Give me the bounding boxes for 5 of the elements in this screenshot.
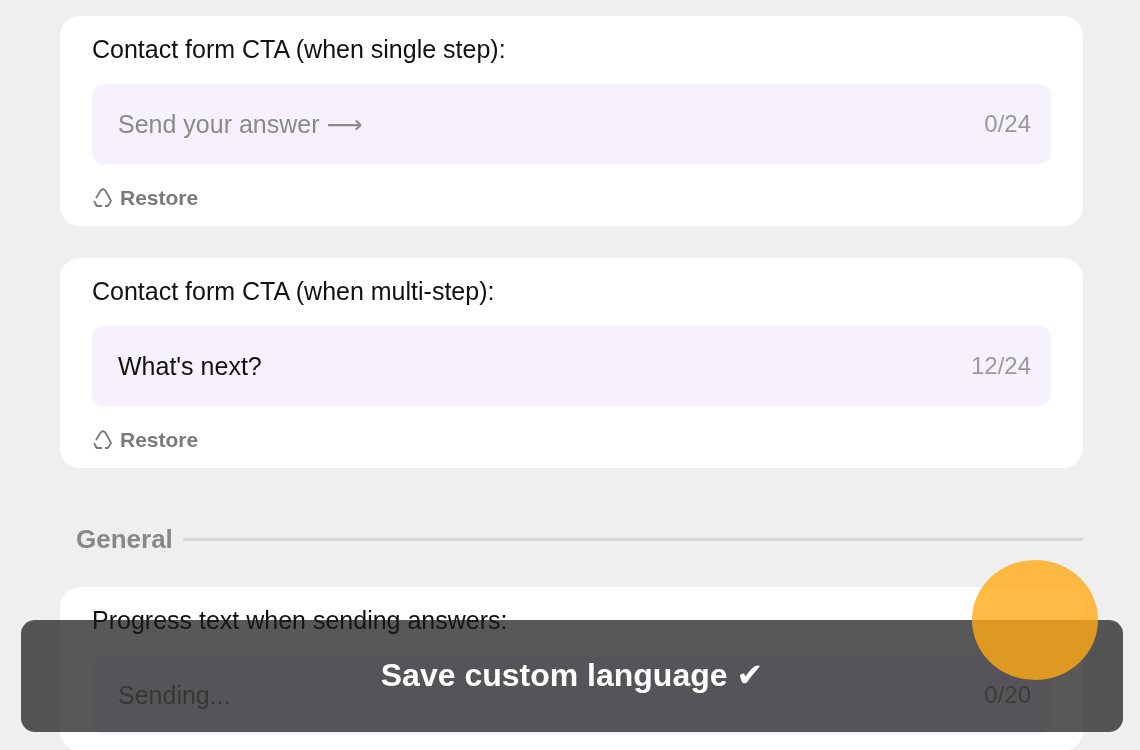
section-title: General (76, 524, 173, 555)
character-counter: 12/24 (970, 352, 1031, 380)
field-label: Contact form CTA (when single step): (92, 34, 506, 64)
character-counter: 0/24 (984, 110, 1031, 138)
field-label: Contact form CTA (when multi-step): (92, 276, 495, 306)
